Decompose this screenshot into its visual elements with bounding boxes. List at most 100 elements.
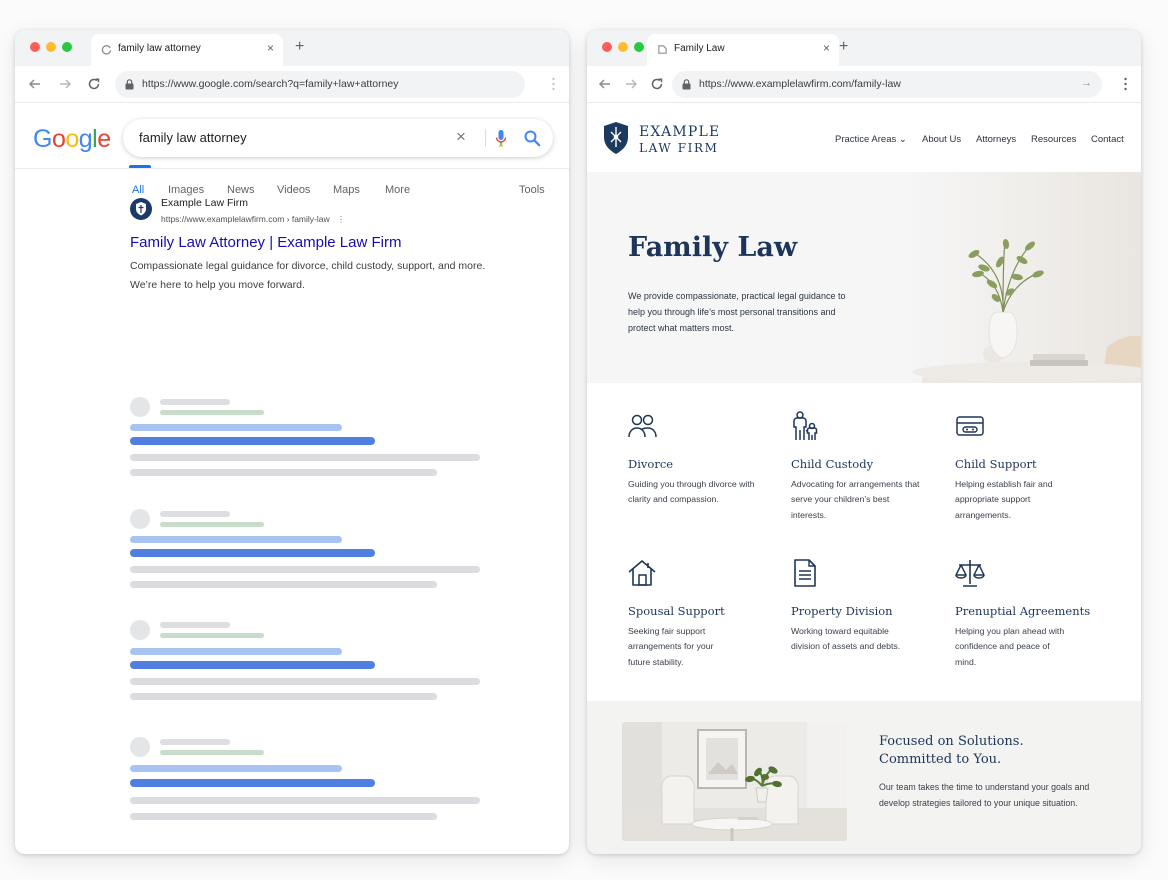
browser-window-website: Family Law × + https://www.examplelawfir… bbox=[587, 30, 1141, 854]
search-input[interactable]: family law attorney bbox=[139, 130, 247, 145]
placeholder-line bbox=[160, 410, 264, 415]
browser-toolbar: https://www.google.com/search?q=family+l… bbox=[15, 66, 569, 103]
law-firm-shield-icon bbox=[136, 202, 146, 216]
logo-text-line2[interactable]: LAW FIRM bbox=[639, 141, 719, 155]
logo-letter: e bbox=[97, 125, 111, 153]
card-description: Helping establish fair and appropriate s… bbox=[955, 479, 1053, 520]
card-description: Guiding you through divorce with clarity… bbox=[628, 479, 755, 505]
hero-section: Family Law We provide compassionate, pra… bbox=[587, 172, 1141, 383]
nav-resources[interactable]: Resources bbox=[1031, 134, 1076, 145]
tab-title: family law attorney bbox=[118, 43, 201, 54]
minimize-window-button[interactable] bbox=[46, 42, 56, 52]
back-arrow-icon[interactable] bbox=[597, 76, 613, 92]
placeholder-line bbox=[130, 437, 375, 445]
placeholder-line bbox=[160, 399, 230, 405]
url-text: https://www.google.com/search?q=family+l… bbox=[142, 78, 399, 90]
placeholder-line bbox=[130, 549, 375, 557]
card-description: Helping you plan ahead with confidence a… bbox=[955, 626, 1065, 667]
browser-tab-search[interactable]: family law attorney × bbox=[91, 34, 283, 66]
document-icon bbox=[794, 559, 816, 587]
logo-text-line1[interactable]: EXAMPLE bbox=[639, 124, 720, 140]
card-description: Advocating for arrangements that serve y… bbox=[791, 479, 920, 520]
close-window-button[interactable] bbox=[30, 42, 40, 52]
search-icon[interactable] bbox=[523, 129, 541, 147]
feature-description: Our team takes the time to understand yo… bbox=[879, 782, 1090, 808]
nav-contact[interactable]: Contact bbox=[1091, 134, 1124, 145]
result-description: Compassionate legal guidance for divorce… bbox=[130, 260, 486, 291]
maximize-window-button[interactable] bbox=[634, 42, 644, 52]
shield-logo-icon[interactable] bbox=[602, 121, 630, 155]
site-header: EXAMPLE LAW FIRM Practice Areas ⌄ About … bbox=[587, 103, 1141, 172]
search-tools-button[interactable]: Tools bbox=[519, 184, 545, 196]
placeholder-line bbox=[160, 622, 230, 628]
close-window-button[interactable] bbox=[602, 42, 612, 52]
search-tab-all[interactable]: All bbox=[132, 184, 144, 196]
clear-search-icon[interactable]: × bbox=[456, 128, 466, 145]
back-arrow-icon[interactable] bbox=[27, 76, 43, 92]
browser-menu-icon[interactable] bbox=[552, 77, 555, 91]
feature-title-line1: Focused on Solutions. bbox=[879, 734, 1024, 749]
house-icon bbox=[628, 560, 656, 586]
result-favicon bbox=[130, 198, 152, 220]
close-tab-icon[interactable]: × bbox=[823, 42, 830, 54]
feature-title: Focused on Solutions. Committed to You. bbox=[879, 733, 1024, 769]
placeholder-avatar bbox=[130, 509, 150, 529]
feature-title-line2: Committed to You. bbox=[879, 752, 1002, 767]
close-tab-icon[interactable]: × bbox=[267, 42, 274, 54]
placeholder-line bbox=[160, 750, 264, 755]
search-tab-images[interactable]: Images bbox=[168, 184, 204, 196]
card-description: Seeking fair support arrangements for yo… bbox=[628, 626, 714, 667]
placeholder-line bbox=[130, 566, 480, 573]
search-tab-news[interactable]: News bbox=[227, 184, 255, 196]
search-tab-videos[interactable]: Videos bbox=[277, 184, 310, 196]
forward-arrow-icon[interactable] bbox=[623, 76, 639, 92]
google-logo[interactable]: Google bbox=[33, 125, 111, 154]
microphone-icon[interactable] bbox=[495, 129, 507, 147]
result-title-link[interactable]: Family Law Attorney | Example Law Firm bbox=[130, 234, 401, 251]
card-title: Child Custody bbox=[791, 457, 874, 471]
logo-letter: o bbox=[65, 125, 79, 153]
office-room-illustration bbox=[622, 722, 847, 841]
result-url: https://www.examplelawfirm.com › family-… bbox=[161, 214, 345, 225]
new-tab-button[interactable]: + bbox=[295, 39, 304, 55]
minimize-window-button[interactable] bbox=[618, 42, 628, 52]
browser-tab-family-law[interactable]: Family Law × bbox=[647, 34, 839, 66]
maximize-window-button[interactable] bbox=[62, 42, 72, 52]
search-tab-more[interactable]: More bbox=[385, 184, 410, 196]
card-title: Prenuptial Agreements bbox=[955, 604, 1091, 618]
forward-arrow-icon[interactable] bbox=[57, 76, 73, 92]
result-site-name: Example Law Firm bbox=[161, 197, 248, 209]
scales-icon bbox=[955, 560, 985, 587]
search-tab-maps[interactable]: Maps bbox=[333, 184, 360, 196]
nav-attorneys[interactable]: Attorneys bbox=[976, 134, 1016, 145]
placeholder-line bbox=[130, 661, 375, 669]
wallet-icon bbox=[956, 416, 984, 436]
placeholder-line bbox=[130, 648, 342, 655]
card-title: Spousal Support bbox=[628, 604, 725, 618]
card-title: Child Support bbox=[955, 457, 1037, 471]
placeholder-line bbox=[160, 522, 264, 527]
go-arrow-icon[interactable]: → bbox=[1081, 77, 1092, 89]
nav-practice-areas[interactable]: Practice Areas ⌄ bbox=[835, 134, 907, 145]
reload-icon[interactable] bbox=[649, 76, 665, 92]
search-box-divider bbox=[485, 129, 486, 147]
result-menu-icon[interactable]: ⋮ bbox=[337, 214, 346, 224]
people-icon bbox=[628, 414, 657, 438]
search-box[interactable]: family law attorney × bbox=[123, 119, 553, 157]
address-bar[interactable]: https://www.examplelawfirm.com/family-la… bbox=[672, 71, 1102, 98]
logo-letter: G bbox=[33, 125, 52, 153]
tab-strip: family law attorney × + bbox=[15, 30, 569, 66]
placeholder-line bbox=[160, 511, 230, 517]
logo-letter: g bbox=[78, 125, 93, 153]
url-text: https://www.examplelawfirm.com/family-la… bbox=[699, 78, 901, 90]
placeholder-line bbox=[130, 424, 342, 431]
address-bar[interactable]: https://www.google.com/search?q=family+l… bbox=[115, 71, 525, 98]
new-tab-button[interactable]: + bbox=[839, 39, 848, 55]
tab-strip: Family Law × + bbox=[587, 30, 1141, 66]
reload-icon[interactable] bbox=[86, 76, 102, 92]
google-g-icon bbox=[101, 45, 112, 55]
browser-menu-icon[interactable] bbox=[1124, 77, 1127, 91]
browser-window-search: family law attorney × + https://www.goog… bbox=[15, 30, 569, 854]
hero-description: We provide compassionate, practical lega… bbox=[628, 291, 846, 333]
nav-about-us[interactable]: About Us bbox=[922, 134, 961, 145]
